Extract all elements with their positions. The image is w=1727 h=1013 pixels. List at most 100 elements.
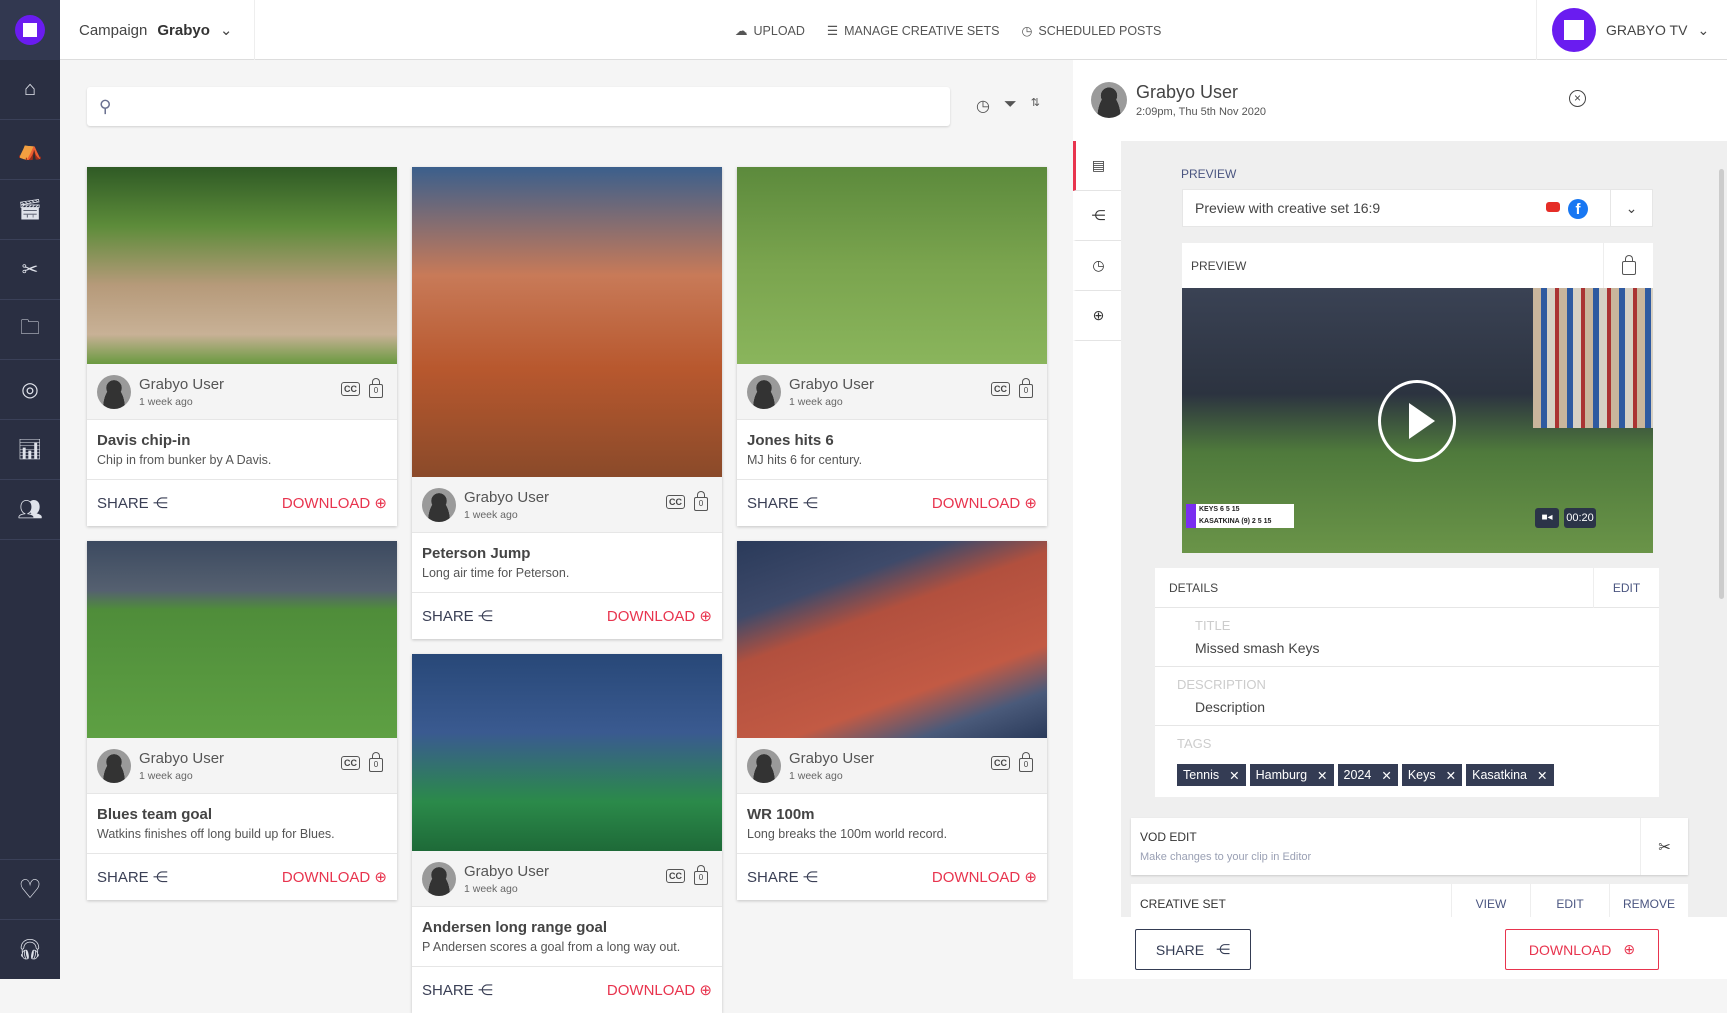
chevron-down-icon[interactable]: ⌄ [1610, 190, 1652, 226]
home-icon[interactable]: ⌂ [0, 60, 60, 120]
tab-history[interactable]: ◷ [1073, 241, 1121, 291]
card-download-button[interactable]: DOWNLOAD ⊕ [932, 494, 1037, 512]
upload-button[interactable]: ☁ UPLOAD [735, 23, 805, 38]
clip-card[interactable]: Grabyo User 1 week ago CC 0 Davis chip-in C… [87, 167, 397, 526]
search-input[interactable]: ⚲ [87, 87, 950, 126]
video-player[interactable]: KEYS 6 5 15 KASATKINA (9) 2 5 15 ■◂ 00:2… [1182, 288, 1653, 553]
clip-card[interactable]: Grabyo User 1 week ago CC 0 Jones hits 6 MJ… [737, 167, 1047, 526]
users-icon[interactable]: 👥︎ [0, 480, 60, 540]
card-download-button[interactable]: DOWNLOAD ⊕ [607, 981, 712, 999]
panel-actions: SHARE ⋲ DOWNLOAD ⊕ [1121, 917, 1727, 979]
download-icon: ⊕ [1024, 869, 1037, 886]
share-icon: ⋲ [1216, 941, 1231, 957]
lock-icon[interactable]: 0 [1019, 378, 1033, 398]
description-value[interactable]: Description [1195, 699, 1265, 715]
card-share-button[interactable]: SHARE ⋲ [97, 494, 168, 512]
clip-card[interactable]: Grabyo User 1 week ago CC 0 WR 100m Long br… [737, 541, 1047, 900]
remove-tag-icon[interactable]: ✕ [1446, 768, 1456, 783]
remove-tag-icon[interactable]: ✕ [1381, 768, 1391, 783]
clip-thumbnail[interactable] [737, 541, 1047, 738]
card-download-button[interactable]: DOWNLOAD ⊕ [282, 494, 387, 512]
clip-thumbnail[interactable] [87, 167, 397, 364]
scheduled-posts-button[interactable]: ◷ SCHEDULED POSTS [1021, 23, 1161, 38]
closed-captions-icon[interactable]: CC [666, 869, 685, 883]
history-icon[interactable]: ◷ [976, 96, 990, 116]
lock-icon[interactable] [1603, 243, 1653, 288]
preview-card-label: PREVIEW [1191, 258, 1247, 273]
closed-captions-icon[interactable]: CC [991, 756, 1010, 770]
lock-icon[interactable]: 0 [369, 752, 383, 772]
clip-card[interactable]: Grabyo User 1 week ago CC 0 Andersen long … [412, 654, 722, 1013]
video-edit-icon[interactable]: ✂ [0, 240, 60, 300]
live-stream-icon[interactable]: ◎ [0, 360, 60, 420]
tag-chip: Kasatkina ✕ [1466, 764, 1554, 786]
account-menu[interactable]: GRABYO TV ⌄ [1536, 0, 1727, 60]
vod-edit-card[interactable]: VOD EDIT Make changes to your clip in Ed… [1131, 818, 1688, 875]
closed-captions-icon[interactable]: CC [666, 495, 685, 509]
avatar [422, 487, 456, 522]
heart-icon[interactable]: ♡ [0, 859, 60, 919]
tag-label: Kasatkina [1472, 768, 1528, 782]
top-nav: ☁ UPLOAD ☰ MANAGE CREATIVE SETS ◷ SCHEDULED… [735, 0, 1161, 60]
lock-icon[interactable]: 0 [694, 491, 708, 511]
card-download-button[interactable]: DOWNLOAD ⊕ [607, 607, 712, 625]
description-label: DESCRIPTION [1177, 677, 1266, 692]
clip-card[interactable]: Grabyo User 1 week ago CC 0 Blues team goa… [87, 541, 397, 900]
share-button[interactable]: SHARE ⋲ [1135, 929, 1251, 970]
clip-detail-panel: Grabyo User 2:09pm, Thu 5th Nov 2020 × ▤… [1073, 60, 1727, 979]
closed-captions-icon[interactable]: CC [341, 756, 360, 770]
folder-icon[interactable]: 🗀 [0, 300, 60, 360]
card-share-button[interactable]: SHARE ⋲ [97, 868, 168, 886]
chevron-down-icon: ⌄ [219, 22, 233, 39]
card-share-button[interactable]: SHARE ⋲ [422, 607, 493, 625]
analytics-icon[interactable]: 📊︎ [0, 420, 60, 480]
lock-icon[interactable]: 0 [1019, 752, 1033, 772]
director-chair-icon[interactable]: ⛺ [0, 120, 60, 180]
remove-tag-icon[interactable]: ✕ [1317, 768, 1327, 783]
clip-card[interactable]: Grabyo User 1 week ago CC 0 Peterson Jump L… [412, 167, 722, 639]
card-description: Chip in from bunker by A Davis. [97, 453, 272, 467]
tab-share[interactable]: ⋲ [1073, 191, 1121, 241]
card-title: Davis chip-in [97, 432, 191, 449]
list-icon: ☰ [826, 23, 839, 38]
clip-thumbnail[interactable] [412, 167, 722, 477]
lock-icon[interactable]: 0 [369, 378, 383, 398]
closed-captions-icon[interactable]: CC [341, 382, 360, 396]
tab-details[interactable]: ▤ [1073, 141, 1121, 191]
card-download-button[interactable]: DOWNLOAD ⊕ [932, 868, 1037, 886]
title-value[interactable]: Missed smash Keys [1195, 640, 1319, 656]
download-icon: ⊕ [1092, 307, 1105, 323]
campaign-selector[interactable]: Campaign Grabyo ⌄ [79, 0, 256, 60]
brand-name: GRABYO TV [1606, 22, 1688, 38]
sort-az-icon[interactable]: ⇅ [1031, 96, 1040, 116]
clapperboard-icon[interactable]: 🎬︎ [0, 180, 60, 240]
panel-tabs: ▤ ⋲ ◷ ⊕ [1073, 141, 1121, 341]
card-share-button[interactable]: SHARE ⋲ [422, 981, 493, 999]
remove-tag-icon[interactable]: ✕ [1537, 768, 1547, 783]
tab-download[interactable]: ⊕ [1073, 291, 1121, 341]
headset-icon[interactable]: 🎧︎ [0, 919, 60, 979]
video-edit-icon[interactable]: ✂ [1640, 818, 1688, 875]
campaign-value: Grabyo [157, 21, 210, 39]
scrollbar[interactable] [1719, 169, 1724, 599]
card-download-button[interactable]: DOWNLOAD ⊕ [282, 868, 387, 886]
clip-thumbnail[interactable] [412, 654, 722, 851]
avatar [1091, 82, 1127, 118]
play-button[interactable] [1378, 380, 1456, 462]
close-icon[interactable]: × [1569, 90, 1586, 107]
clip-thumbnail[interactable] [737, 167, 1047, 364]
download-button[interactable]: DOWNLOAD ⊕ [1505, 929, 1659, 970]
remove-tag-icon[interactable]: ✕ [1229, 768, 1239, 783]
filter-icon[interactable]: ⏷ [1004, 96, 1017, 116]
share-icon: ⋲ [802, 495, 818, 512]
card-share-button[interactable]: SHARE ⋲ [747, 868, 818, 886]
clip-thumbnail[interactable] [87, 541, 397, 738]
manage-creative-sets-button[interactable]: ☰ MANAGE CREATIVE SETS [827, 23, 1000, 38]
details-edit-button[interactable]: EDIT [1593, 568, 1659, 608]
closed-captions-icon[interactable]: CC [991, 382, 1010, 396]
app-logo[interactable] [0, 0, 60, 60]
card-time: 1 week ago [789, 769, 843, 782]
card-share-button[interactable]: SHARE ⋲ [747, 494, 818, 512]
lock-icon[interactable]: 0 [694, 865, 708, 885]
preview-select[interactable]: Preview with creative set 16:9 f ⌄ [1182, 189, 1653, 227]
